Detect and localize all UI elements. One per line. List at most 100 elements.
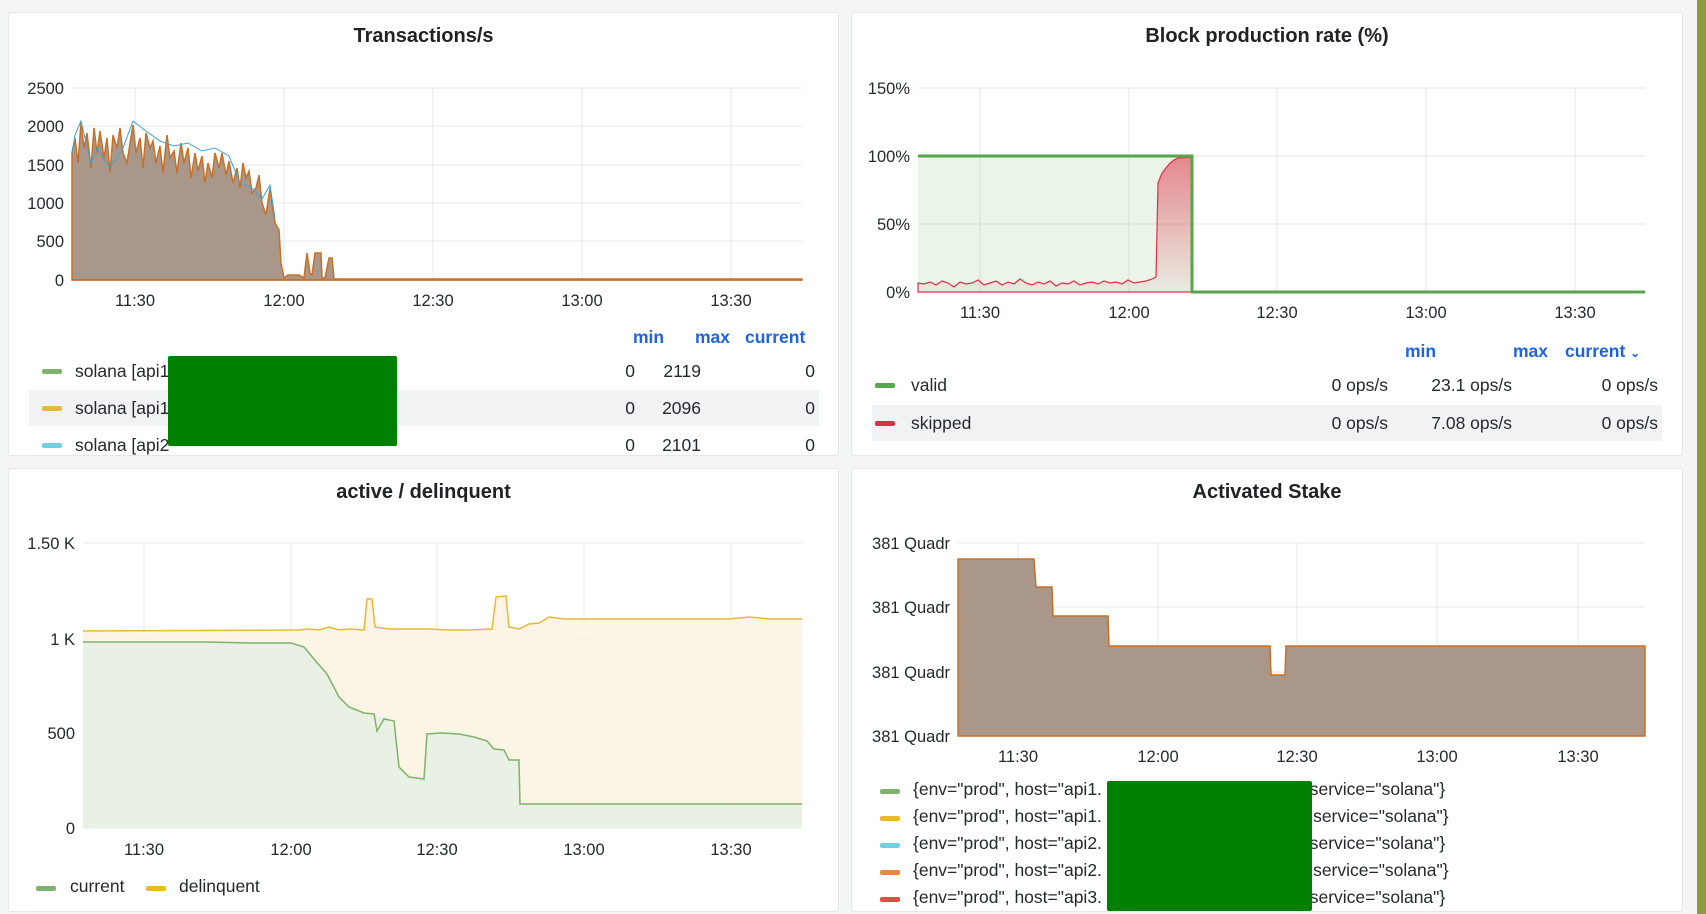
y-tick: 100%	[868, 148, 911, 166]
series-label-suffix: ', service="solana"}	[1300, 806, 1449, 826]
legend-row[interactable]: solana [api1 0 2096 0	[29, 390, 819, 426]
y-tick: 50%	[877, 216, 910, 234]
legend-header-min[interactable]: min	[633, 327, 664, 348]
stake-area	[957, 558, 1646, 737]
x-tick: 13:30	[710, 841, 751, 859]
x-tick: 11:30	[115, 292, 155, 310]
x-tick: 11:30	[998, 748, 1038, 766]
y-tick: 150%	[868, 80, 911, 98]
series-max: 23.1 ops/s	[1431, 375, 1512, 395]
series-swatch	[146, 886, 166, 891]
legend-header-current[interactable]: current ⌄	[1565, 341, 1640, 362]
series-max: 2101	[662, 435, 701, 455]
series-current: 0 ops/s	[1601, 413, 1658, 433]
legend-header-current[interactable]: current	[745, 327, 805, 348]
transactions-chart: 2500 2000 1500 1000 500 0 11:30 12:00 12…	[27, 80, 803, 310]
y-tick: 381 Quadr	[872, 535, 950, 553]
series-label-prefix: {env="prod", host="api1.	[913, 806, 1102, 826]
x-tick: 11:30	[960, 304, 1000, 322]
x-tick: 12:00	[1108, 304, 1149, 322]
x-tick: 11:30	[124, 841, 164, 859]
y-tick: 381 Quadr	[872, 599, 950, 617]
x-tick: 12:30	[1256, 304, 1297, 322]
series-name: delinquent	[179, 876, 260, 896]
y-tick: 1500	[27, 157, 64, 175]
series-label-suffix: , service="solana"}	[1300, 779, 1446, 799]
series-swatch	[36, 886, 56, 891]
legend-header-max[interactable]: max	[695, 327, 730, 348]
active-delinquent-chart: 1.50 K 1 K 500 0 11:30 12:00 12:30 13:00…	[27, 535, 802, 859]
series-label-prefix: {env="prod", host="api2.	[913, 833, 1102, 853]
series-name: valid	[911, 375, 947, 395]
series-name: solana [api1	[75, 361, 170, 381]
x-tick: 13:30	[710, 292, 751, 310]
block-production-chart: 150% 100% 50% 0% 11:30 12:00 12:30 13:00…	[868, 80, 1645, 322]
legend-header-min[interactable]: min	[1405, 341, 1436, 362]
y-tick: 1.50 K	[27, 535, 75, 553]
legend-item-delinquent[interactable]: delinquent	[146, 876, 276, 900]
series-min: 0	[625, 435, 635, 455]
series-label-suffix: ', service="solana"}	[1300, 860, 1449, 880]
series-label-prefix: {env="prod", host="api3.	[913, 887, 1102, 907]
transactions-panel: Transactions/s 2500 2000 1500 1000 500 0…	[8, 12, 839, 456]
series-min: 0 ops/s	[1331, 413, 1388, 433]
series-swatch	[880, 789, 900, 794]
y-tick: 1000	[27, 195, 64, 213]
x-tick: 12:00	[263, 292, 304, 310]
y-tick: 0	[66, 820, 75, 838]
valid-area	[918, 156, 1192, 292]
block-production-panel: Block production rate (%) 150% 100% 50% …	[851, 12, 1683, 456]
x-tick: 13:00	[1416, 748, 1457, 766]
series-name: solana [api1	[75, 398, 170, 418]
legend-row[interactable]: valid 0 ops/s 23.1 ops/s 0 ops/s	[872, 367, 1662, 403]
x-tick: 12:30	[416, 841, 457, 859]
active-delinquent-panel: active / delinquent 1.50 K 1 K 500 0 11:…	[8, 468, 839, 912]
series-swatch	[875, 383, 895, 388]
series-max: 2096	[662, 398, 701, 418]
y-tick: 381 Quadr	[872, 728, 950, 746]
series-swatch	[880, 816, 900, 821]
series-swatch	[880, 897, 900, 902]
series-current: 0	[805, 435, 815, 455]
current-label: current	[1565, 341, 1626, 361]
series-label-prefix: {env="prod", host="api1.	[913, 779, 1102, 799]
legend-row[interactable]: skipped 0 ops/s 7.08 ops/s 0 ops/s	[872, 405, 1662, 441]
series-label-prefix: {env="prod", host="api2.	[913, 860, 1102, 880]
y-tick: 500	[47, 725, 75, 743]
y-tick: 0%	[886, 284, 910, 302]
redaction-block	[168, 356, 397, 446]
legend-item-current[interactable]: current	[36, 876, 146, 900]
x-tick: 12:30	[412, 292, 453, 310]
series-current: 0	[805, 398, 815, 418]
y-tick: 381 Quadr	[872, 664, 950, 682]
page-scrollbar[interactable]	[1697, 0, 1706, 914]
legend-header-max[interactable]: max	[1513, 341, 1548, 362]
series-min: 0 ops/s	[1331, 375, 1388, 395]
y-tick: 1 K	[50, 631, 75, 649]
x-tick: 13:30	[1557, 748, 1598, 766]
series-name: solana [api2	[75, 435, 170, 455]
series-label-suffix: , service="solana"}	[1300, 833, 1446, 853]
activated-stake-panel: Activated Stake 381 Quadr 381 Quadr 381 …	[851, 468, 1683, 912]
x-tick: 13:30	[1554, 304, 1595, 322]
x-tick: 13:00	[1405, 304, 1446, 322]
x-tick: 12:00	[270, 841, 311, 859]
y-tick: 2000	[27, 118, 64, 136]
series-swatch	[875, 421, 895, 426]
x-tick: 13:00	[563, 841, 604, 859]
y-tick: 0	[55, 272, 64, 290]
series-min: 0	[625, 398, 635, 418]
series-swatch	[42, 406, 62, 411]
series-max: 2119	[663, 361, 701, 381]
tx-area	[71, 122, 803, 281]
series-name: skipped	[911, 413, 972, 433]
series-name: current	[70, 876, 125, 896]
x-tick: 12:00	[1137, 748, 1178, 766]
redaction-block	[1107, 781, 1312, 911]
legend-row[interactable]: solana [api1 0 2119 0	[29, 353, 819, 389]
series-current: 0	[805, 361, 815, 381]
series-swatch	[880, 870, 900, 875]
legend-row[interactable]: solana [api2 0 2101 0	[29, 427, 819, 455]
series-swatch	[42, 443, 62, 448]
series-label-suffix: , service="solana"}	[1300, 887, 1446, 907]
